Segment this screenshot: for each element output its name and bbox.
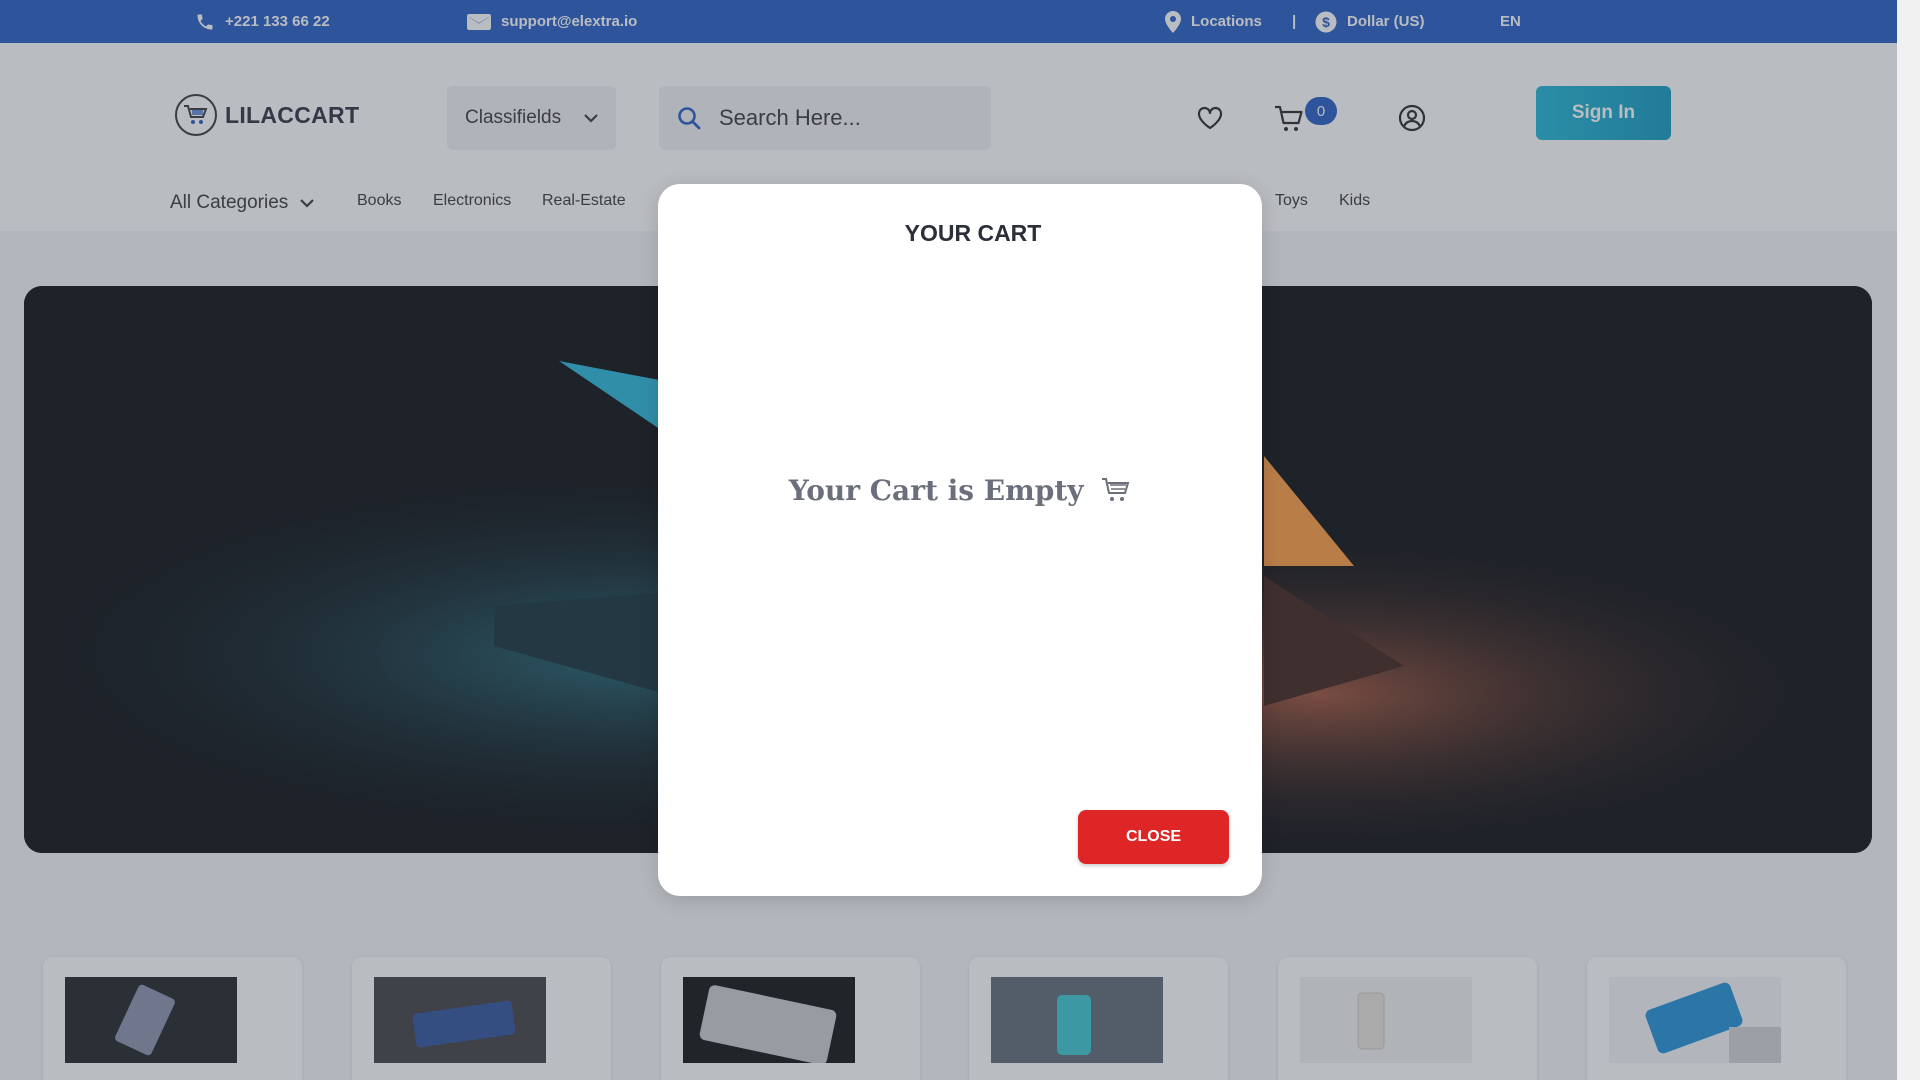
empty-cart-text: Your Cart is Empty — [788, 474, 1084, 507]
close-button[interactable]: CLOSE — [1078, 810, 1229, 864]
cart-modal: YOUR CART Your Cart is Empty CLOSE — [658, 184, 1262, 896]
scrollbar[interactable] — [1897, 0, 1920, 1080]
cart-icon — [1102, 478, 1130, 501]
empty-cart-message: Your Cart is Empty — [658, 474, 1262, 507]
modal-title: YOUR CART — [904, 220, 1042, 246]
